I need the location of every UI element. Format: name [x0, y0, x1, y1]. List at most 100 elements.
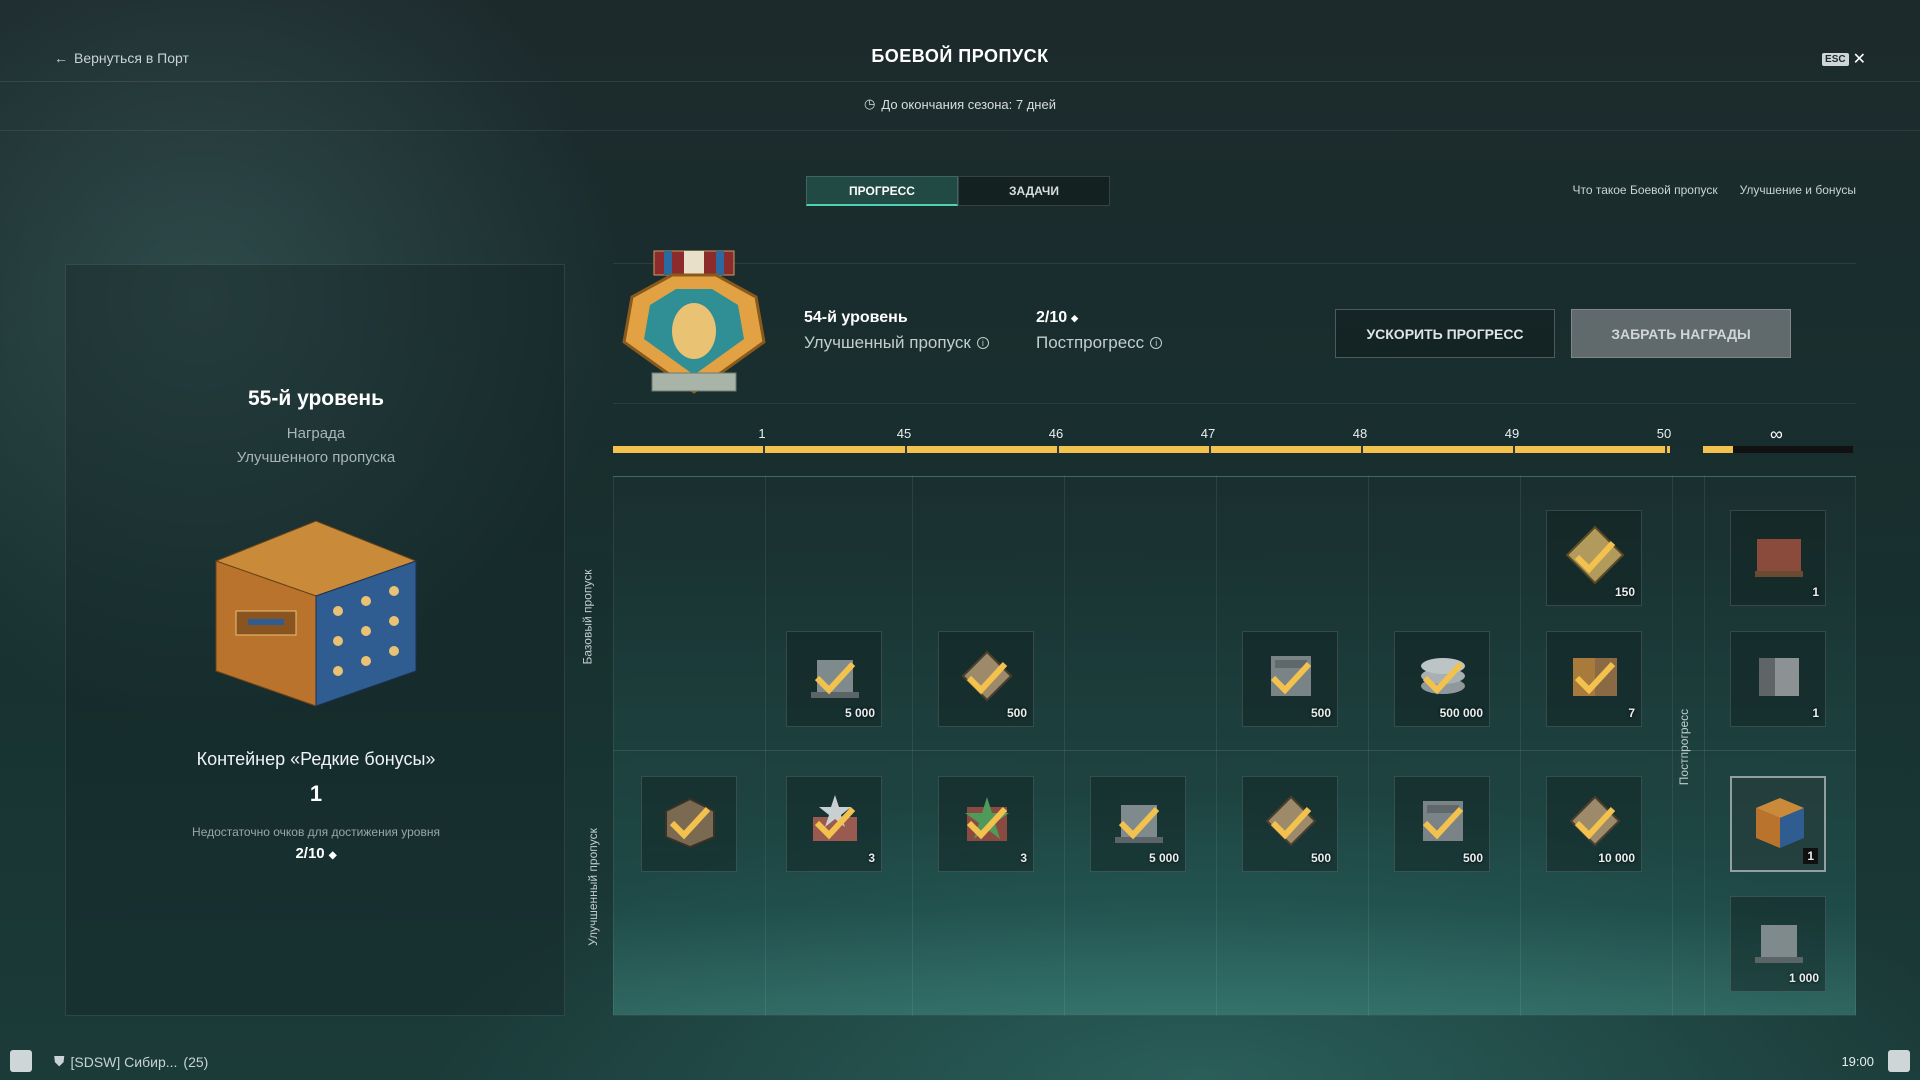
reward-tile[interactable]: 10 000: [1546, 776, 1642, 872]
row-divider: [613, 750, 1856, 751]
level-marker-50: 50: [1656, 426, 1672, 441]
clan-info[interactable]: ⛊ [SDSW] Сибир... (25): [54, 1053, 208, 1070]
level-marker-45: 45: [896, 426, 912, 441]
reward-tile[interactable]: 500: [938, 631, 1034, 727]
checkmark-icon: [814, 806, 856, 840]
postprogress-label: Постпрогресс: [1036, 333, 1145, 352]
selected-reward-panel: 55-й уровень Награда Улучшенного пропуск…: [65, 264, 565, 1016]
postprogress-fill: [1703, 446, 1733, 453]
season-timer: ◷ До окончания сезона: 7 дней: [0, 96, 1920, 112]
reward-count: 10 000: [1598, 851, 1635, 865]
reward-count: 7: [1628, 706, 1635, 720]
level-marker-1: 1: [758, 426, 766, 441]
close-icon: ✕: [1852, 51, 1866, 68]
level-tick: [1361, 446, 1363, 454]
esc-key-label: ESC: [1822, 52, 1849, 66]
diamond-icon: ◆: [328, 850, 337, 861]
base-pass-row-label: Базовый пропуск: [580, 569, 595, 665]
reward-tile[interactable]: [641, 776, 737, 872]
reward-tile[interactable]: 500: [1242, 631, 1338, 727]
top-bar: ← Вернуться в Порт БОЕВОЙ ПРОПУСК ESC ✕: [0, 0, 1920, 82]
points-counter: 2/10 ◆: [1036, 309, 1162, 327]
bell-icon[interactable]: [1888, 1050, 1910, 1072]
reward-count: 1: [1803, 848, 1818, 864]
checkmark-icon: [814, 661, 856, 695]
column-divider: [912, 476, 913, 1016]
season-timer-text: До окончания сезона: 7 дней: [881, 96, 1056, 112]
reward-tile[interactable]: 500: [1394, 776, 1490, 872]
level-marker-46: 46: [1048, 426, 1064, 441]
current-level-info: 54-й уровень Улучшенный пропуск i: [804, 309, 989, 353]
reward-item-count: 1: [309, 781, 323, 806]
postprogress-row-label: Постпрогресс: [1677, 708, 1692, 786]
reward-count: 150: [1614, 585, 1635, 599]
insufficient-points-note: Недостаточно очков для достижения уровня: [192, 825, 440, 839]
reward-count: 1 000: [1788, 971, 1819, 985]
reward-tile[interactable]: 1: [1730, 510, 1826, 606]
reward-count: 5 000: [844, 706, 875, 720]
checkmark-icon: [1422, 661, 1464, 695]
level-marker-49: 49: [1504, 426, 1520, 441]
grey-crate-icon: [1759, 658, 1799, 696]
checkmark-icon: [669, 806, 711, 840]
level-marker-48: 48: [1352, 426, 1368, 441]
reward-tile[interactable]: 3: [938, 776, 1034, 872]
info-icon[interactable]: i: [1150, 337, 1163, 349]
column-divider: [1704, 476, 1705, 1016]
checkmark-icon: [1574, 661, 1616, 695]
reward-count: 3: [1020, 851, 1027, 865]
reward-tile[interactable]: 7: [1546, 631, 1642, 727]
checkmark-icon: [1270, 806, 1312, 840]
reward-points-value: 2/10: [295, 845, 325, 862]
reward-count: 3: [868, 851, 875, 865]
reward-count: 500: [1006, 706, 1027, 720]
progress-track: [613, 446, 1670, 453]
what-is-pass-link[interactable]: Что такое Боевой пропуск: [1572, 183, 1717, 197]
battle-pass-medal-icon: [622, 250, 766, 394]
column-divider: [1064, 476, 1065, 1016]
level-tick: [1665, 446, 1667, 454]
reward-tile[interactable]: 500: [1242, 776, 1338, 872]
reward-tile[interactable]: 3: [786, 776, 882, 872]
close-button[interactable]: ESC ✕: [1822, 49, 1866, 69]
reward-item-name: Контейнер «Редкие бонусы»: [196, 749, 436, 769]
reward-tile[interactable]: 5 000: [786, 631, 882, 727]
chat-icon[interactable]: [10, 1050, 32, 1072]
reward-tile[interactable]: 150: [1546, 510, 1642, 606]
blue-container-icon: [1756, 798, 1804, 848]
reward-tile[interactable]: 5 000: [1090, 776, 1186, 872]
claim-rewards-button[interactable]: ЗАБРАТЬ НАГРАДЫ: [1571, 309, 1791, 358]
reward-tile[interactable]: 1: [1730, 776, 1826, 872]
shield-icon: ⛊: [54, 1053, 65, 1069]
info-icon[interactable]: i: [976, 337, 989, 349]
rare-bonus-container-icon: [214, 520, 418, 707]
clan-name: [SDSW] Сибир...: [70, 1053, 178, 1070]
checkmark-icon: [1422, 806, 1464, 840]
rewards-grid: [613, 476, 1856, 1016]
reward-points: 2/10 ◆: [66, 845, 566, 862]
postprogress-info: 2/10 ◆ Постпрогресс i: [1036, 309, 1163, 353]
checkmark-icon: [1118, 806, 1160, 840]
current-level: 54-й уровень: [804, 309, 908, 326]
level-tick: [1513, 446, 1515, 454]
speed-up-progress-button[interactable]: УСКОРИТЬ ПРОГРЕСС: [1335, 309, 1555, 358]
reward-count: 500: [1462, 851, 1483, 865]
reward-count: 1: [1812, 585, 1819, 599]
column-divider: [765, 476, 766, 1016]
diamond-icon: ◆: [1071, 312, 1079, 323]
bottom-bar: [0, 1044, 1920, 1080]
upgrade-bonuses-link[interactable]: Улучшение и бонусы: [1740, 183, 1856, 197]
tab-tasks[interactable]: ЗАДАЧИ: [958, 176, 1110, 206]
tab-progress[interactable]: ПРОГРЕСС: [806, 176, 958, 206]
page-title: БОЕВОЙ ПРОПУСК: [871, 46, 1049, 66]
column-divider: [1520, 476, 1521, 1016]
reward-caption: Награда: [286, 425, 346, 442]
reward-tile[interactable]: 500 000: [1394, 631, 1490, 727]
checkmark-icon: [966, 806, 1008, 840]
reward-tile[interactable]: 1: [1730, 631, 1826, 727]
reward-count: 5 000: [1148, 851, 1179, 865]
checkmark-icon: [1270, 661, 1312, 695]
reward-tile[interactable]: 1 000: [1730, 896, 1826, 992]
column-divider: [1672, 476, 1673, 1016]
clock-icon: ◷: [864, 96, 876, 111]
